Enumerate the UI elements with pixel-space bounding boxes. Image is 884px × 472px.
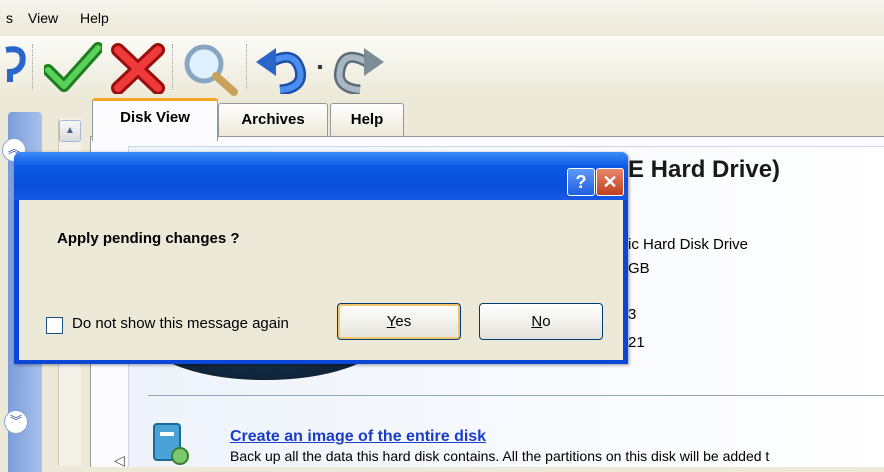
search-magnifier-icon[interactable] — [180, 42, 240, 96]
menu-bar: s View Help — [0, 0, 884, 36]
toolbar-separator — [32, 44, 35, 90]
dialog-title-bar[interactable] — [14, 152, 628, 200]
dialog-message: Apply pending changes ? — [57, 230, 240, 247]
divider — [148, 395, 884, 396]
toolbar — [0, 36, 884, 98]
tab-help[interactable]: Help — [330, 103, 404, 136]
toolbar-separator — [172, 44, 175, 90]
tab-archives[interactable]: Archives — [218, 103, 328, 136]
wizard-icon[interactable] — [0, 42, 30, 92]
menu-item-partial[interactable]: s — [6, 10, 13, 26]
apply-changes-dialog: ? ✕ Apply pending changes ? Do not show … — [14, 152, 628, 364]
close-button[interactable]: ✕ — [596, 168, 624, 196]
toolbar-separator — [246, 44, 249, 90]
expand-down-icon[interactable]: ︾ — [4, 410, 28, 434]
menu-item-help[interactable]: Help — [80, 10, 109, 26]
dialog-body: Apply pending changes ? Do not show this… — [19, 200, 623, 360]
menu-item-view[interactable]: View — [28, 10, 58, 26]
dont-show-again-label[interactable]: Do not show this message again — [72, 315, 289, 332]
create-disk-image-description: Back up all the data this hard disk cont… — [230, 448, 770, 464]
disk-size-value: GB — [628, 260, 650, 277]
undo-icon[interactable] — [254, 42, 314, 94]
no-button[interactable]: No — [479, 303, 603, 340]
disk-title: E Hard Drive) — [628, 156, 781, 183]
create-disk-image-link[interactable]: Create an image of the entire disk — [230, 428, 486, 446]
left-arrow-icon: ◁ — [114, 452, 125, 468]
redo-icon[interactable] — [330, 42, 386, 94]
disk-value-4: 21 — [628, 334, 645, 351]
help-button[interactable]: ? — [567, 168, 595, 196]
disk-type-value: ic Hard Disk Drive — [628, 236, 749, 253]
scroll-up-arrow-icon[interactable]: ▲ — [59, 120, 81, 142]
dont-show-again-checkbox[interactable] — [46, 317, 63, 334]
disk-image-icon — [153, 423, 189, 465]
undo-dropdown-icon[interactable] — [315, 62, 325, 72]
disk-value-3: 3 — [628, 306, 637, 323]
apply-checkmark-icon[interactable] — [44, 42, 102, 92]
tab-disk-view[interactable]: Disk View — [92, 98, 218, 141]
yes-button[interactable]: Yes — [337, 303, 461, 340]
discard-x-icon[interactable] — [110, 42, 166, 94]
